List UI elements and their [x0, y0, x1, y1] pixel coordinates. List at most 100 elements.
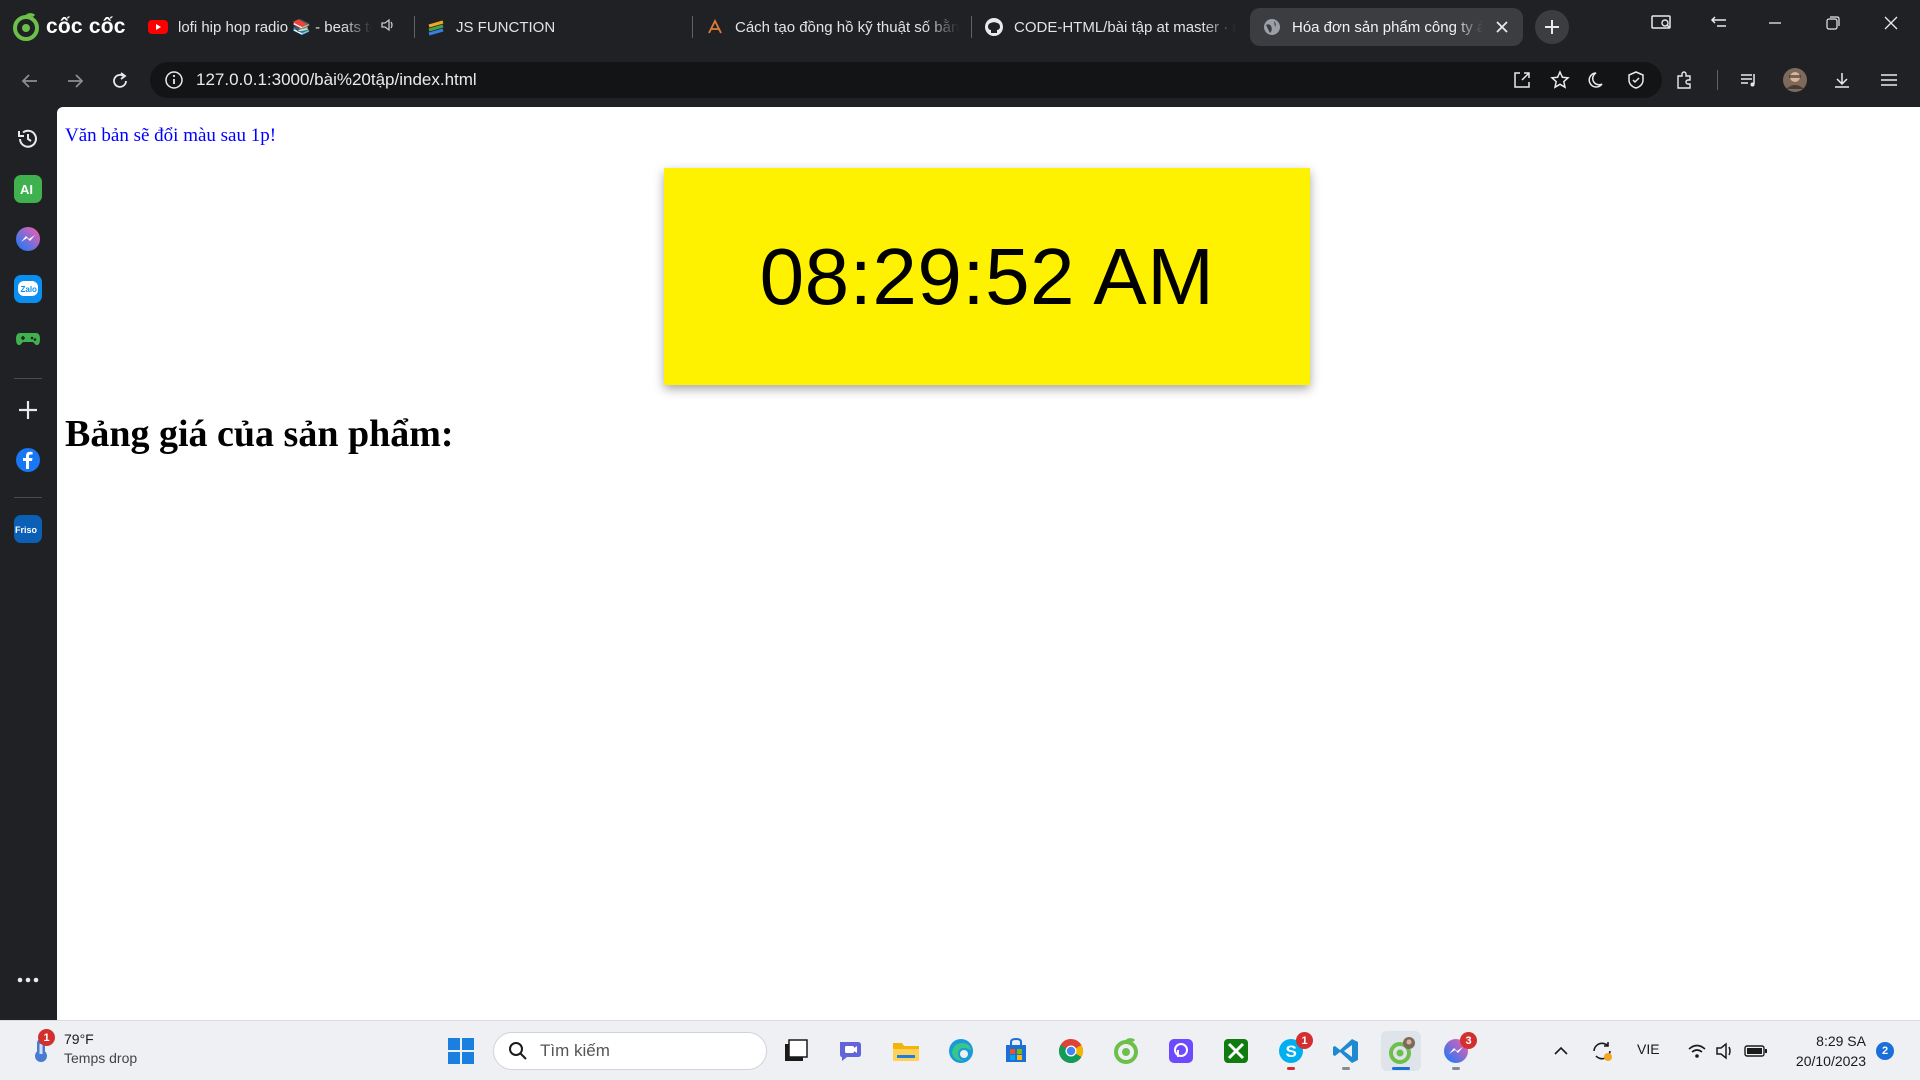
vscode-button[interactable] [1326, 1031, 1366, 1071]
moon-icon [1588, 72, 1603, 88]
web-icon [705, 17, 725, 37]
hamburger-menu-icon [1881, 74, 1897, 86]
coccoc-logo-icon [13, 13, 39, 41]
sync-status-button[interactable] [1589, 1039, 1615, 1063]
tab-github-code-html[interactable]: CODE-HTML/bài tập at master · main [972, 8, 1248, 46]
file-explorer-button[interactable] [886, 1031, 926, 1071]
speaker-icon[interactable] [380, 17, 396, 37]
volume-button[interactable] [1712, 1039, 1738, 1063]
task-view-button[interactable] [776, 1031, 816, 1071]
skype-button[interactable]: S 1 [1271, 1031, 1313, 1071]
xbox-button[interactable] [1216, 1031, 1256, 1071]
forward-button[interactable] [61, 67, 89, 95]
add-sidebar-app-button[interactable] [14, 396, 42, 424]
game-button[interactable] [14, 325, 42, 353]
downloads-button[interactable] [1828, 66, 1856, 94]
restore-button[interactable] [1810, 6, 1856, 40]
edge-button[interactable] [941, 1031, 981, 1071]
close-tab-icon[interactable] [1493, 18, 1511, 36]
system-date: 20/10/2023 [1795, 1053, 1866, 1069]
tab-lofi-radio[interactable]: lofi hip hop radio 📚 - beats to relax/st… [136, 8, 408, 46]
history-button[interactable] [14, 125, 42, 153]
proton-button[interactable] [1161, 1031, 1201, 1071]
history-icon [18, 129, 37, 148]
tab-search-icon [1651, 15, 1671, 29]
tab-title: CODE-HTML/bài tập at master · main [1014, 18, 1236, 36]
running-indicator [1452, 1067, 1460, 1070]
tab-title: lofi hip hop radio 📚 - beats to relax/st… [178, 19, 372, 36]
tab-invoice-active[interactable]: Hóa đơn sản phẩm công ty ảo [1250, 8, 1523, 46]
bookmark-button[interactable] [1546, 66, 1574, 94]
close-window-button[interactable] [1868, 6, 1914, 40]
adblock-button[interactable] [1622, 66, 1650, 94]
svg-text:S: S [1286, 1042, 1297, 1061]
facebook-button[interactable] [14, 446, 42, 474]
edge-icon [949, 1039, 973, 1063]
address-toolbar: 127.0.0.1:3000/bài%20tập/index.html [0, 54, 1920, 106]
chrome-button[interactable] [1051, 1031, 1091, 1071]
coccoc-icon [1114, 1038, 1138, 1064]
address-bar[interactable]: 127.0.0.1:3000/bài%20tập/index.html [150, 62, 1662, 98]
tab-title: JS FUNCTION [456, 18, 556, 36]
digital-clock: 08:29:52 AM [664, 168, 1310, 385]
teams-chat-button[interactable] [831, 1031, 871, 1071]
back-list-icon [1710, 16, 1726, 27]
messenger-taskbar-button[interactable]: 3 [1436, 1031, 1477, 1071]
arrow-left-icon [21, 74, 37, 88]
info-icon[interactable] [164, 70, 184, 90]
extensions-button[interactable] [1670, 66, 1698, 94]
system-clock[interactable]: 8:29 SA 20/10/2023 [1786, 1031, 1866, 1071]
ai-assistant-button[interactable]: AI [14, 175, 42, 203]
plus-icon [1545, 20, 1559, 34]
media-control-button[interactable] [1735, 66, 1763, 94]
facebook-icon [16, 448, 40, 472]
reload-button[interactable] [106, 67, 134, 95]
running-indicator [1287, 1067, 1295, 1070]
url-text[interactable]: 127.0.0.1:3000/bài%20tập/index.html [196, 70, 477, 90]
friso-button[interactable]: Friso [14, 515, 42, 543]
side-panel-divider [14, 378, 42, 379]
notification-badge[interactable]: 2 [1876, 1042, 1894, 1060]
zalo-button[interactable]: Zalo [14, 275, 42, 303]
tab-js-function[interactable]: JS FUNCTION [414, 8, 692, 46]
svg-text:Friso: Friso [15, 525, 38, 535]
tab-search-button[interactable] [1639, 6, 1685, 40]
more-horizontal-icon [17, 977, 39, 983]
vscode-icon [1333, 1039, 1358, 1063]
more-options-button[interactable] [14, 966, 42, 994]
plus-icon [19, 401, 37, 419]
tab-bar: cốc cốc lofi hip hop radio 📚 - beats to … [0, 0, 1920, 54]
side-panel-divider [14, 497, 42, 498]
microsoft-store-button[interactable] [996, 1031, 1036, 1071]
menu-button[interactable] [1875, 66, 1903, 94]
wifi-icon [1688, 1044, 1706, 1058]
zalo-icon: Zalo [18, 281, 38, 296]
coccoc-taskbar-button[interactable] [1106, 1031, 1146, 1071]
video-chat-icon [840, 1042, 861, 1061]
messenger-badge: 3 [1460, 1032, 1477, 1049]
tab-digital-clock-article[interactable]: Cách tạo đồng hồ kỹ thuật số bằng JavaSc… [693, 8, 971, 46]
gamepad-icon [16, 333, 40, 346]
taskbar-search[interactable]: Tìm kiếm [493, 1032, 767, 1070]
wifi-status-button[interactable] [1684, 1039, 1710, 1063]
coccoc-active-button[interactable] [1381, 1031, 1421, 1071]
tab-title: Hóa đơn sản phẩm công ty ảo [1292, 18, 1483, 36]
tab-switch-button[interactable] [1696, 6, 1742, 40]
new-tab-button[interactable] [1535, 10, 1569, 44]
app-icon [1169, 1039, 1193, 1063]
profile-button[interactable] [1781, 66, 1809, 94]
minimize-button[interactable] [1752, 6, 1798, 40]
input-language[interactable]: VIE [1637, 1041, 1660, 1057]
back-button[interactable] [16, 67, 44, 95]
share-button[interactable] [1508, 66, 1536, 94]
battery-status-button[interactable] [1742, 1039, 1770, 1063]
start-button[interactable] [441, 1031, 481, 1071]
weather-widget[interactable]: 1 79°F Temps drop [26, 1029, 137, 1068]
color-change-notice: Văn bản sẽ đổi màu sau 1p! [65, 125, 277, 146]
dark-mode-button[interactable] [1584, 66, 1612, 94]
show-hidden-icons-button[interactable] [1551, 1039, 1571, 1063]
messenger-sidebar-button[interactable] [14, 225, 42, 253]
browser-brand[interactable]: cốc cốc [12, 12, 126, 42]
skype-badge: 1 [1296, 1032, 1313, 1049]
weather-temperature: 79°F [64, 1031, 94, 1047]
